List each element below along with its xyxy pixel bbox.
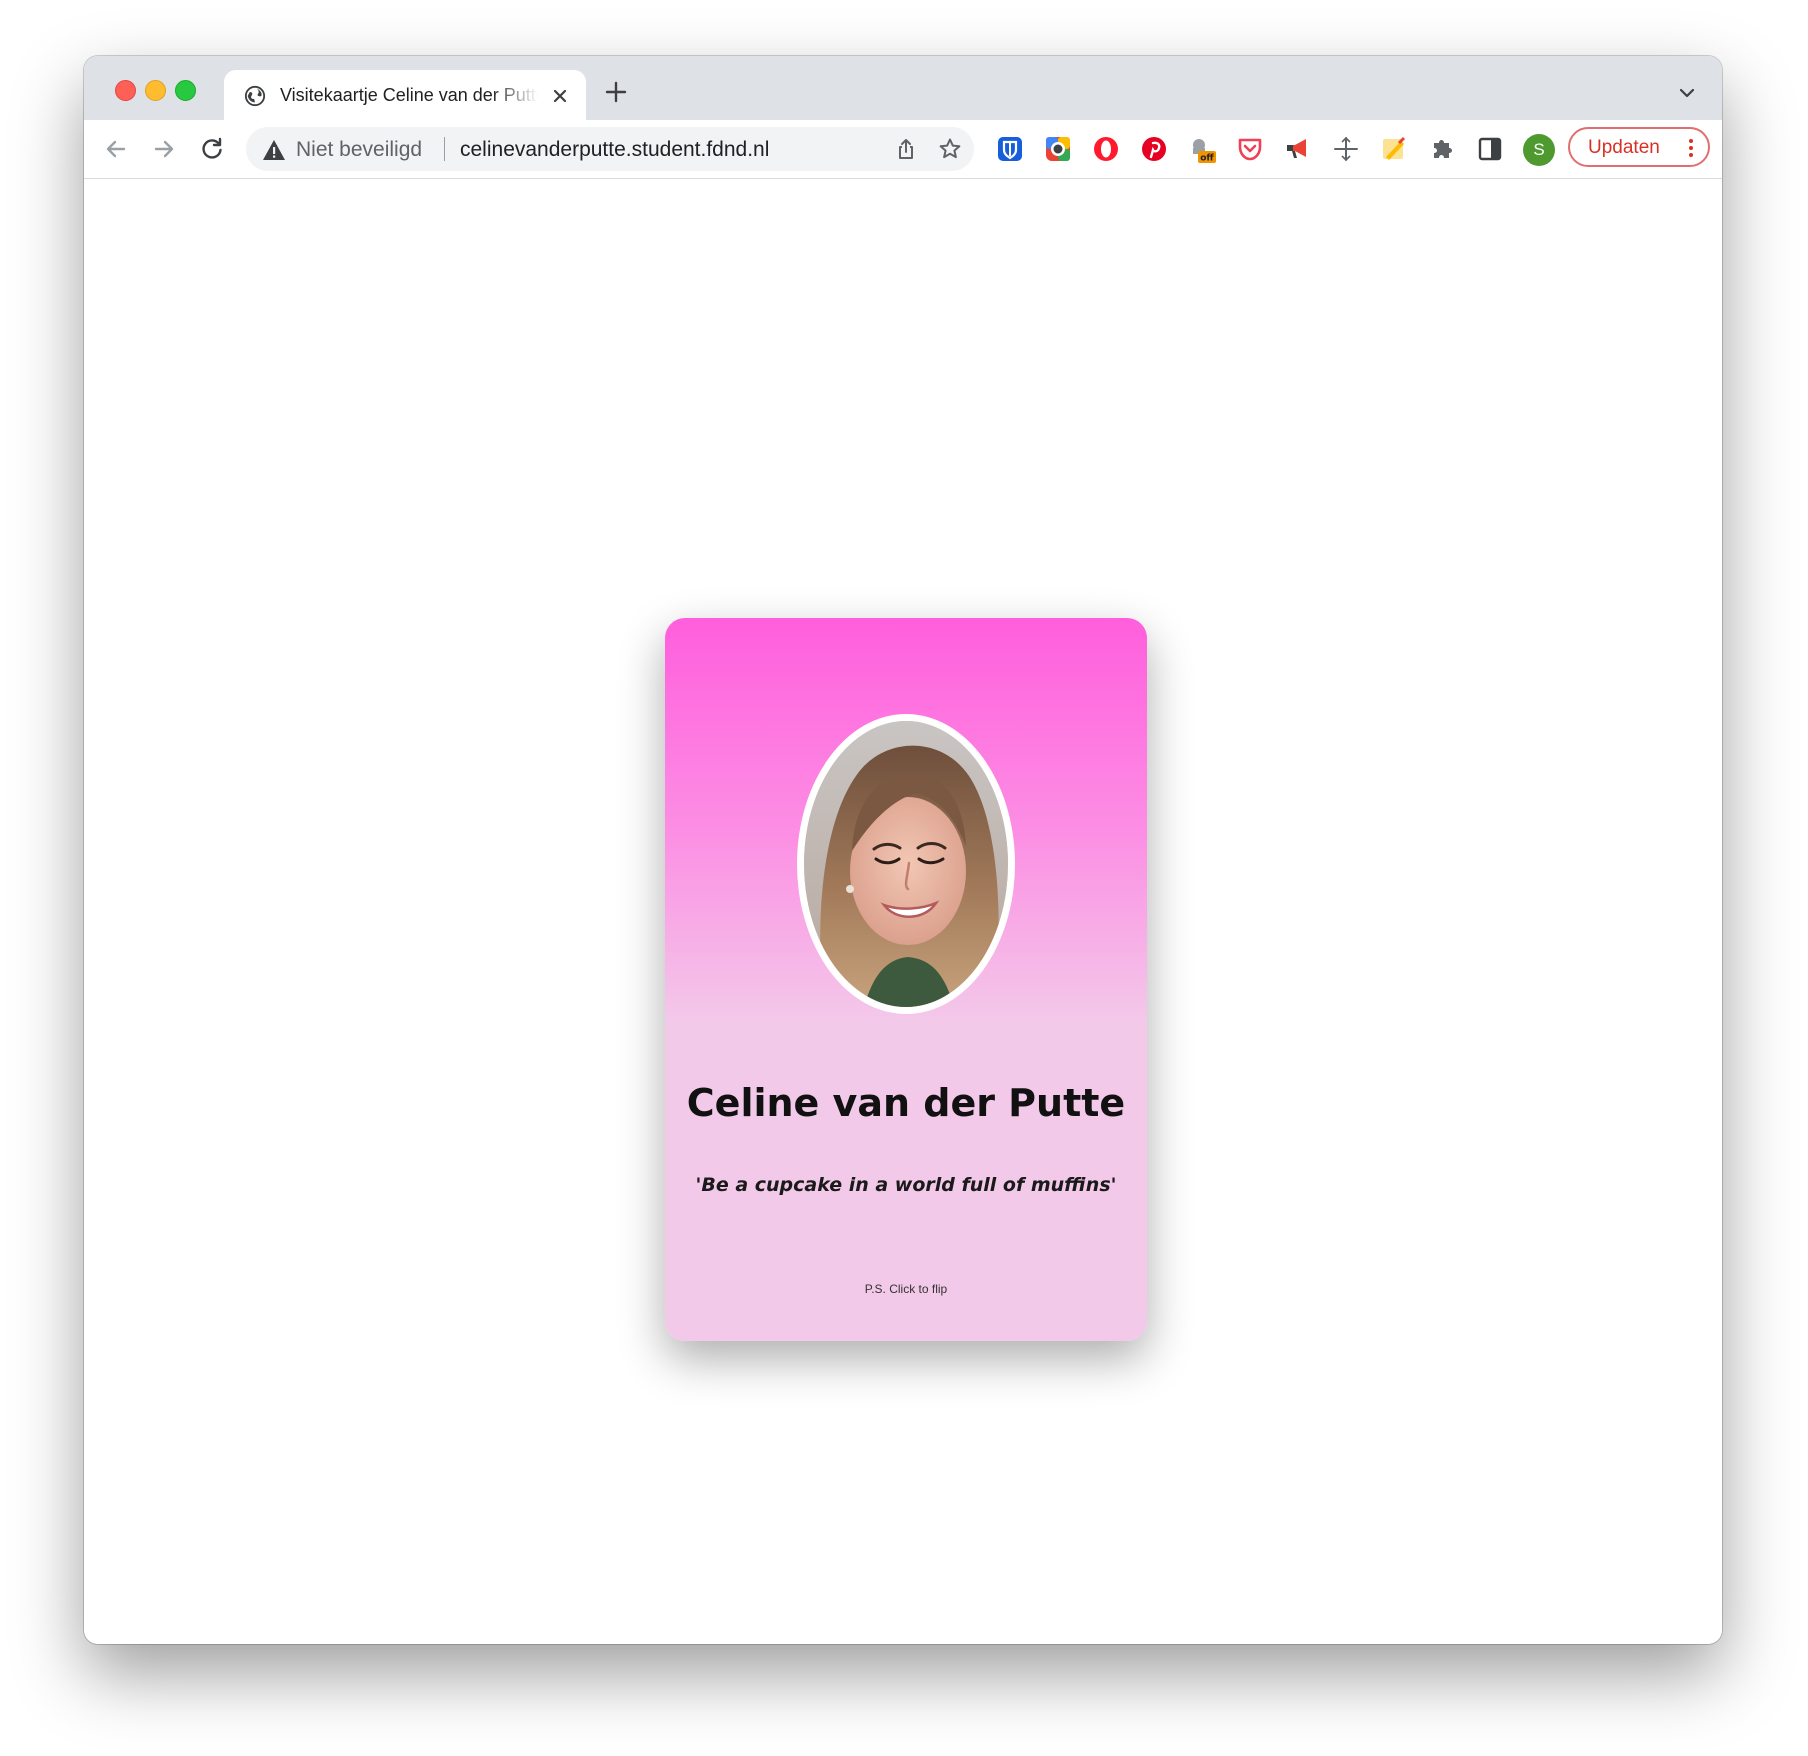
pocket-icon[interactable] [1235, 134, 1265, 164]
colorpicker-icon[interactable] [1043, 134, 1073, 164]
globe-icon [244, 85, 266, 107]
bookmark-star-icon[interactable] [938, 137, 962, 161]
move-cross-icon[interactable] [1331, 134, 1361, 164]
reload-icon[interactable] [198, 135, 226, 163]
chevron-down-icon[interactable] [1678, 84, 1696, 102]
back-arrow-icon[interactable] [102, 135, 130, 163]
profile-photo [797, 714, 1015, 1014]
svg-text:off: off [1200, 154, 1214, 164]
card-name: Celine van der Putte [686, 1081, 1126, 1125]
side-panel-icon[interactable] [1475, 134, 1505, 164]
omnibox-divider [444, 137, 445, 161]
profile-avatar[interactable]: S [1523, 134, 1555, 166]
flip-hint: P.S. Click to flip [864, 1282, 948, 1296]
url-text[interactable]: celinevanderputte.student.fdnd.nl [460, 138, 769, 162]
kebab-menu-icon [1689, 139, 1693, 157]
close-window-button[interactable] [115, 80, 136, 101]
tab-title: Visitekaartje Celine van der Putte [280, 85, 538, 105]
puzzle-extensions-icon[interactable] [1427, 134, 1457, 164]
browser-toolbar: Niet beveiligd celinevanderputte.student… [84, 120, 1722, 179]
browser-window: Visitekaartje Celine van der Putte Niet … [84, 56, 1722, 1644]
megaphone-icon[interactable] [1283, 134, 1313, 164]
address-bar[interactable]: Niet beveiligd celinevanderputte.student… [246, 127, 974, 171]
new-tab-plus-icon[interactable] [604, 80, 628, 104]
minimize-window-button[interactable] [145, 80, 166, 101]
update-button-label: Updaten [1588, 137, 1660, 158]
zoom-window-button[interactable] [175, 80, 196, 101]
share-icon[interactable] [894, 137, 918, 161]
title-bar: Visitekaartje Celine van der Putte [84, 56, 1722, 120]
warning-triangle-icon[interactable] [262, 139, 286, 161]
page-viewport: Celine van der Putte 'Be a cupcake in a … [84, 179, 1722, 1644]
card-quote: 'Be a cupcake in a world full of muffins… [695, 1174, 1117, 1196]
off-badge-extension-icon[interactable]: off [1187, 134, 1217, 164]
pencil-sheet-icon[interactable] [1379, 134, 1409, 164]
bitwarden-icon[interactable] [995, 134, 1025, 164]
close-tab-icon[interactable] [550, 86, 570, 106]
update-button[interactable]: Updaten [1568, 127, 1710, 167]
pinterest-icon[interactable] [1139, 134, 1169, 164]
active-tab[interactable]: Visitekaartje Celine van der Putte [224, 70, 586, 120]
security-status-label[interactable]: Niet beveiligd [296, 138, 422, 162]
business-card[interactable]: Celine van der Putte 'Be a cupcake in a … [665, 618, 1147, 1341]
opera-icon[interactable] [1091, 134, 1121, 164]
forward-arrow-icon[interactable] [150, 135, 178, 163]
